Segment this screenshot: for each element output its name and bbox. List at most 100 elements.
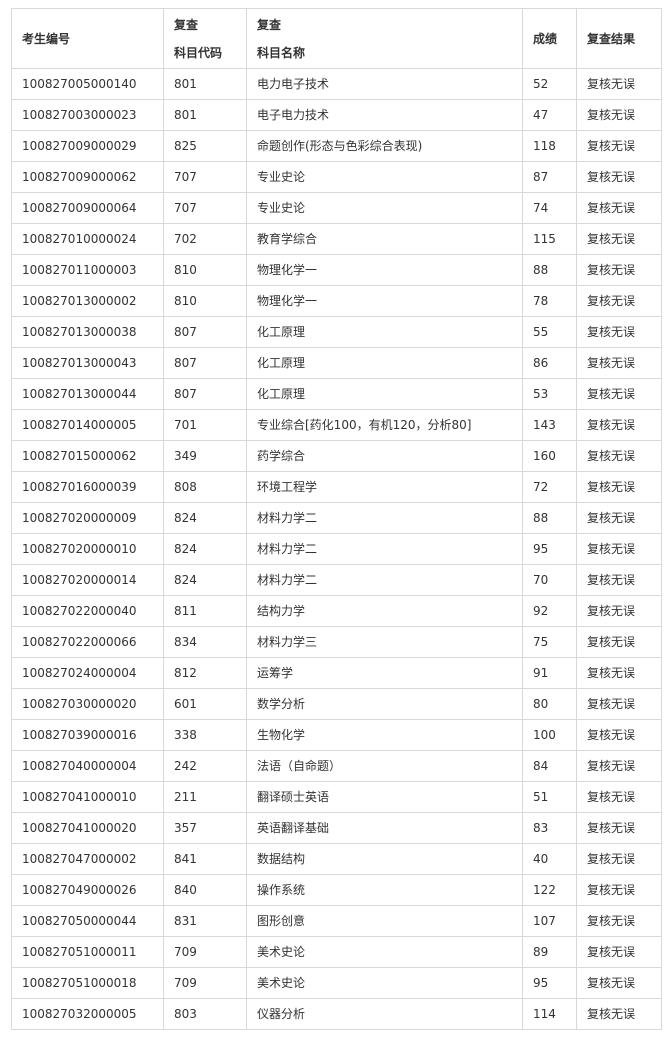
cell-subject-code: 707 bbox=[163, 161, 247, 193]
cell-exam-id: 100827013000043 bbox=[11, 347, 164, 379]
table-row: 100827022000040 811 结构力学 92 复核无误 bbox=[11, 595, 662, 627]
cell-exam-id: 100827039000016 bbox=[11, 719, 164, 751]
table-row: 100827015000062 349 药学综合 160 复核无误 bbox=[11, 440, 662, 472]
table-row: 100827013000002 810 物理化学一 78 复核无误 bbox=[11, 285, 662, 317]
cell-result: 复核无误 bbox=[576, 378, 662, 410]
cell-subject-name: 化工原理 bbox=[246, 378, 523, 410]
cell-exam-id: 100827009000062 bbox=[11, 161, 164, 193]
cell-result: 复核无误 bbox=[576, 409, 662, 441]
cell-subject-code: 801 bbox=[163, 68, 247, 100]
cell-score: 40 bbox=[522, 843, 577, 875]
cell-subject-code: 811 bbox=[163, 595, 247, 627]
cell-subject-name: 环境工程学 bbox=[246, 471, 523, 503]
cell-subject-name: 物理化学一 bbox=[246, 285, 523, 317]
table-row: 100827020000014 824 材料力学二 70 复核无误 bbox=[11, 564, 662, 596]
cell-subject-code: 831 bbox=[163, 905, 247, 937]
cell-exam-id: 100827022000040 bbox=[11, 595, 164, 627]
cell-result: 复核无误 bbox=[576, 750, 662, 782]
cell-subject-name: 结构力学 bbox=[246, 595, 523, 627]
table-row: 100827022000066 834 材料力学三 75 复核无误 bbox=[11, 626, 662, 658]
cell-subject-code: 701 bbox=[163, 409, 247, 441]
cell-result: 复核无误 bbox=[576, 285, 662, 317]
cell-subject-name: 电力电子技术 bbox=[246, 68, 523, 100]
cell-exam-id: 100827013000038 bbox=[11, 316, 164, 348]
cell-exam-id: 100827051000011 bbox=[11, 936, 164, 968]
cell-exam-id: 100827013000002 bbox=[11, 285, 164, 317]
cell-subject-name: 数学分析 bbox=[246, 688, 523, 720]
cell-result: 复核无误 bbox=[576, 68, 662, 100]
cell-score: 88 bbox=[522, 502, 577, 534]
cell-subject-name: 数据结构 bbox=[246, 843, 523, 875]
cell-subject-code: 242 bbox=[163, 750, 247, 782]
cell-score: 75 bbox=[522, 626, 577, 658]
cell-score: 100 bbox=[522, 719, 577, 751]
table-row: 100827009000062 707 专业史论 87 复核无误 bbox=[11, 161, 662, 193]
cell-score: 87 bbox=[522, 161, 577, 193]
cell-exam-id: 100827014000005 bbox=[11, 409, 164, 441]
header-subject-name: 复查 科目名称 bbox=[246, 8, 523, 69]
cell-exam-id: 100827015000062 bbox=[11, 440, 164, 472]
results-table-container: 考生编号 复查 科目代码 复查 科目名称 成绩 复查结果 10082700500… bbox=[11, 8, 662, 1030]
table-row: 100827040000004 242 法语（自命题） 84 复核无误 bbox=[11, 750, 662, 782]
cell-subject-name: 专业史论 bbox=[246, 161, 523, 193]
cell-result: 复核无误 bbox=[576, 564, 662, 596]
cell-score: 53 bbox=[522, 378, 577, 410]
cell-exam-id: 100827041000010 bbox=[11, 781, 164, 813]
cell-subject-code: 601 bbox=[163, 688, 247, 720]
cell-subject-code: 211 bbox=[163, 781, 247, 813]
cell-score: 52 bbox=[522, 68, 577, 100]
cell-subject-code: 810 bbox=[163, 254, 247, 286]
cell-exam-id: 100827020000009 bbox=[11, 502, 164, 534]
table-row: 100827050000044 831 图形创意 107 复核无误 bbox=[11, 905, 662, 937]
cell-score: 89 bbox=[522, 936, 577, 968]
cell-result: 复核无误 bbox=[576, 781, 662, 813]
cell-subject-name: 化工原理 bbox=[246, 316, 523, 348]
cell-subject-code: 825 bbox=[163, 130, 247, 162]
cell-subject-name: 专业综合[药化100，有机120，分析80] bbox=[246, 409, 523, 441]
cell-exam-id: 100827051000018 bbox=[11, 967, 164, 999]
table-row: 100827041000020 357 英语翻译基础 83 复核无误 bbox=[11, 812, 662, 844]
table-row: 100827024000004 812 运筹学 91 复核无误 bbox=[11, 657, 662, 689]
cell-result: 复核无误 bbox=[576, 192, 662, 224]
header-score: 成绩 bbox=[522, 8, 577, 69]
cell-exam-id: 100827005000140 bbox=[11, 68, 164, 100]
cell-score: 114 bbox=[522, 998, 577, 1030]
table-header: 考生编号 复查 科目代码 复查 科目名称 成绩 复查结果 bbox=[11, 8, 662, 69]
cell-subject-name: 翻译硕士英语 bbox=[246, 781, 523, 813]
cell-score: 143 bbox=[522, 409, 577, 441]
table-row: 100827047000002 841 数据结构 40 复核无误 bbox=[11, 843, 662, 875]
cell-result: 复核无误 bbox=[576, 347, 662, 379]
cell-exam-id: 100827011000003 bbox=[11, 254, 164, 286]
cell-subject-code: 824 bbox=[163, 533, 247, 565]
cell-result: 复核无误 bbox=[576, 533, 662, 565]
cell-score: 51 bbox=[522, 781, 577, 813]
header-subject-code: 复查 科目代码 bbox=[163, 8, 247, 69]
cell-result: 复核无误 bbox=[576, 316, 662, 348]
cell-subject-code: 709 bbox=[163, 936, 247, 968]
cell-subject-name: 材料力学二 bbox=[246, 502, 523, 534]
table-row: 100827009000064 707 专业史论 74 复核无误 bbox=[11, 192, 662, 224]
cell-subject-code: 807 bbox=[163, 316, 247, 348]
cell-exam-id: 100827040000004 bbox=[11, 750, 164, 782]
cell-exam-id: 100827010000024 bbox=[11, 223, 164, 255]
cell-result: 复核无误 bbox=[576, 161, 662, 193]
cell-score: 122 bbox=[522, 874, 577, 906]
table-row: 100827020000009 824 材料力学二 88 复核无误 bbox=[11, 502, 662, 534]
cell-subject-name: 仪器分析 bbox=[246, 998, 523, 1030]
cell-score: 115 bbox=[522, 223, 577, 255]
table-row: 100827030000020 601 数学分析 80 复核无误 bbox=[11, 688, 662, 720]
table-row: 100827020000010 824 材料力学二 95 复核无误 bbox=[11, 533, 662, 565]
table-row: 100827005000140 801 电力电子技术 52 复核无误 bbox=[11, 68, 662, 100]
table-row: 100827051000011 709 美术史论 89 复核无误 bbox=[11, 936, 662, 968]
cell-subject-name: 专业史论 bbox=[246, 192, 523, 224]
cell-score: 118 bbox=[522, 130, 577, 162]
cell-subject-name: 生物化学 bbox=[246, 719, 523, 751]
cell-subject-name: 美术史论 bbox=[246, 936, 523, 968]
cell-score: 95 bbox=[522, 967, 577, 999]
cell-score: 86 bbox=[522, 347, 577, 379]
cell-result: 复核无误 bbox=[576, 626, 662, 658]
cell-subject-name: 法语（自命题） bbox=[246, 750, 523, 782]
table-row: 100827003000023 801 电子电力技术 47 复核无误 bbox=[11, 99, 662, 131]
cell-exam-id: 100827020000010 bbox=[11, 533, 164, 565]
header-subject-code-line2: 科目代码 bbox=[174, 45, 223, 60]
